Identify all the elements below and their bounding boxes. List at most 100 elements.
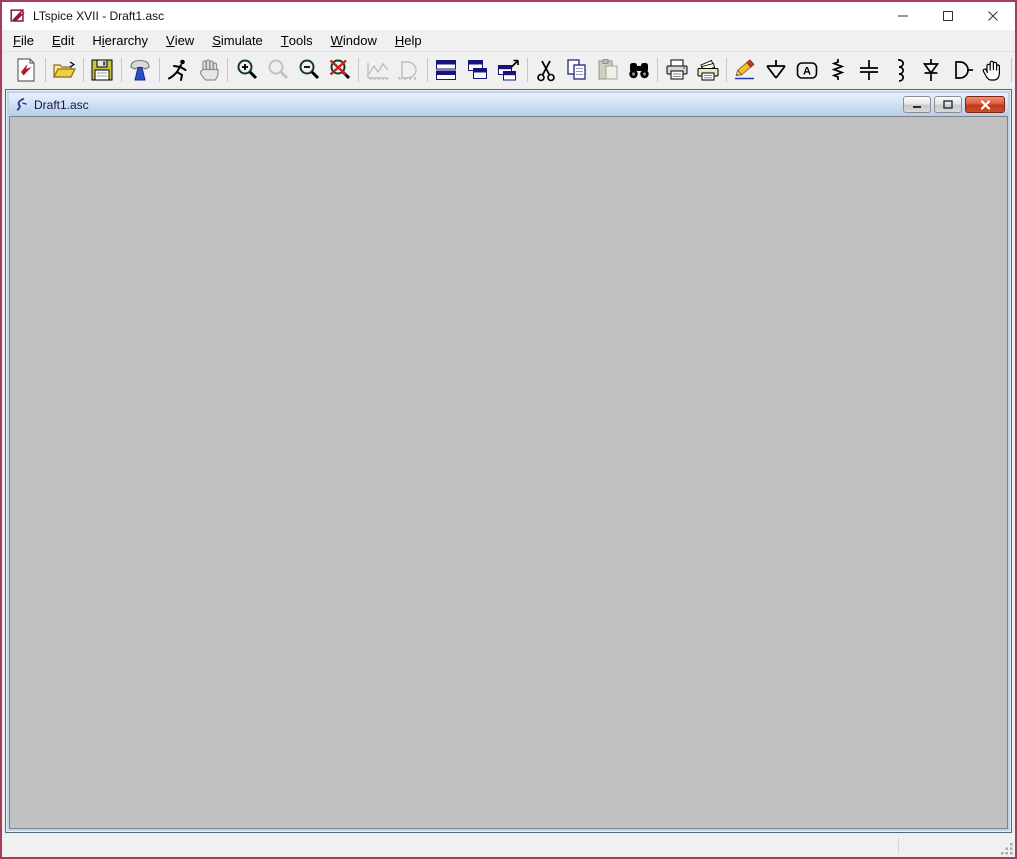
- resistor-icon: [825, 57, 851, 83]
- menu-edit[interactable]: Edit: [43, 30, 83, 51]
- autorange-y-button[interactable]: [362, 54, 393, 85]
- menu-hierarchy[interactable]: Hierarchy: [83, 30, 157, 51]
- resize-grip-icon: [999, 839, 1015, 857]
- ltspice-main-window: LTspice XVII - Draft1.asc File Edit Hier…: [0, 0, 1017, 859]
- new-schematic-button[interactable]: [11, 54, 42, 85]
- cut-icon: [533, 57, 559, 83]
- window-title: LTspice XVII - Draft1.asc: [33, 9, 164, 23]
- maximize-button[interactable]: [925, 2, 970, 30]
- tile-horizontally-button[interactable]: [431, 54, 462, 85]
- plot-settings-button[interactable]: [393, 54, 424, 85]
- paste-icon: [595, 57, 621, 83]
- toolbar-separator: [657, 58, 658, 82]
- toolbar-separator: [427, 58, 428, 82]
- cascade-windows-icon: [495, 57, 521, 83]
- menu-help[interactable]: Help: [386, 30, 431, 51]
- inductor-icon: [887, 57, 913, 83]
- toolbar-separator: [358, 58, 359, 82]
- paste-button[interactable]: [592, 54, 623, 85]
- capacitor-icon: [856, 57, 882, 83]
- schematic-minimize-icon: [912, 100, 922, 109]
- schematic-canvas[interactable]: [9, 116, 1008, 829]
- menubar: File Edit Hierarchy View Simulate Tools …: [2, 30, 1015, 52]
- minimize-button[interactable]: [880, 2, 925, 30]
- resize-grip[interactable]: [999, 839, 1015, 857]
- menu-tools[interactable]: Tools: [272, 30, 322, 51]
- toolbar-separator: [726, 58, 727, 82]
- toolbar-separator: [121, 58, 122, 82]
- menu-file[interactable]: File: [4, 30, 43, 51]
- find-button[interactable]: [623, 54, 654, 85]
- zoom-back-button[interactable]: [262, 54, 293, 85]
- close-button[interactable]: [970, 2, 1015, 30]
- zoom-full-extents-icon: [327, 57, 353, 83]
- minimize-icon: [897, 10, 909, 22]
- component-button[interactable]: [946, 54, 977, 85]
- schematic-close-button[interactable]: [965, 96, 1005, 113]
- toolbar-separator: [83, 58, 84, 82]
- move-icon: [980, 57, 1006, 83]
- zoom-full-extents-button[interactable]: [324, 54, 355, 85]
- autorange-y-icon: [365, 57, 391, 83]
- mdi-client-area: Draft1.asc: [2, 87, 1015, 835]
- schematic-doc-icon: [13, 97, 28, 112]
- menu-window[interactable]: Window: [322, 30, 386, 51]
- zoom-in-icon: [234, 57, 260, 83]
- zoom-in-button[interactable]: [231, 54, 262, 85]
- zoom-out-button[interactable]: [293, 54, 324, 85]
- ground-button[interactable]: [761, 54, 792, 85]
- toolbar: A: [2, 52, 1015, 87]
- copy-button[interactable]: [562, 54, 593, 85]
- run-button[interactable]: [163, 54, 194, 85]
- cut-button[interactable]: [531, 54, 562, 85]
- toolbar-separator: [1011, 58, 1012, 82]
- statusbar-pane-separator: [898, 838, 899, 854]
- statusbar: [2, 835, 1015, 857]
- print-preview-icon: [695, 57, 721, 83]
- print-preview-button[interactable]: [692, 54, 723, 85]
- save-button[interactable]: [87, 54, 118, 85]
- close-icon: [987, 10, 999, 22]
- label-net-glyph: A: [803, 65, 811, 77]
- zoom-back-icon: [265, 57, 291, 83]
- schematic-title: Draft1.asc: [34, 98, 89, 112]
- toolbar-separator: [45, 58, 46, 82]
- menu-simulate[interactable]: Simulate: [203, 30, 272, 51]
- schematic-maximize-icon: [943, 100, 953, 109]
- diode-icon: [918, 57, 944, 83]
- tile-horizontally-icon: [433, 57, 459, 83]
- tile-vertically-icon: [464, 57, 490, 83]
- label-net-icon: A: [794, 57, 820, 83]
- capacitor-button[interactable]: [854, 54, 885, 85]
- control-panel-button[interactable]: [125, 54, 156, 85]
- inductor-button[interactable]: [885, 54, 916, 85]
- new-schematic-icon: [13, 57, 39, 83]
- tile-vertically-button[interactable]: [462, 54, 493, 85]
- label-net-button[interactable]: A: [792, 54, 823, 85]
- resistor-button[interactable]: [823, 54, 854, 85]
- component-icon: [949, 57, 975, 83]
- schematic-close-icon: [980, 100, 991, 110]
- toolbar-separator: [159, 58, 160, 82]
- print-button[interactable]: [661, 54, 692, 85]
- plot-settings-icon: [395, 57, 421, 83]
- cascade-windows-button[interactable]: [493, 54, 524, 85]
- ltspice-logo-icon: [9, 7, 27, 25]
- schematic-titlebar[interactable]: Draft1.asc: [9, 93, 1008, 116]
- halt-button[interactable]: [194, 54, 225, 85]
- wire-button[interactable]: [730, 54, 761, 85]
- toolbar-separator: [227, 58, 228, 82]
- maximize-icon: [942, 10, 954, 22]
- schematic-maximize-button[interactable]: [934, 96, 962, 113]
- control-panel-icon: [127, 57, 153, 83]
- move-button[interactable]: [977, 54, 1008, 85]
- open-file-button[interactable]: [49, 54, 80, 85]
- diode-button[interactable]: [915, 54, 946, 85]
- open-file-icon: [51, 57, 77, 83]
- menu-view[interactable]: View: [157, 30, 203, 51]
- titlebar[interactable]: LTspice XVII - Draft1.asc: [2, 2, 1015, 30]
- copy-icon: [564, 57, 590, 83]
- schematic-minimize-button[interactable]: [903, 96, 931, 113]
- find-icon: [626, 57, 652, 83]
- toolbar-separator: [527, 58, 528, 82]
